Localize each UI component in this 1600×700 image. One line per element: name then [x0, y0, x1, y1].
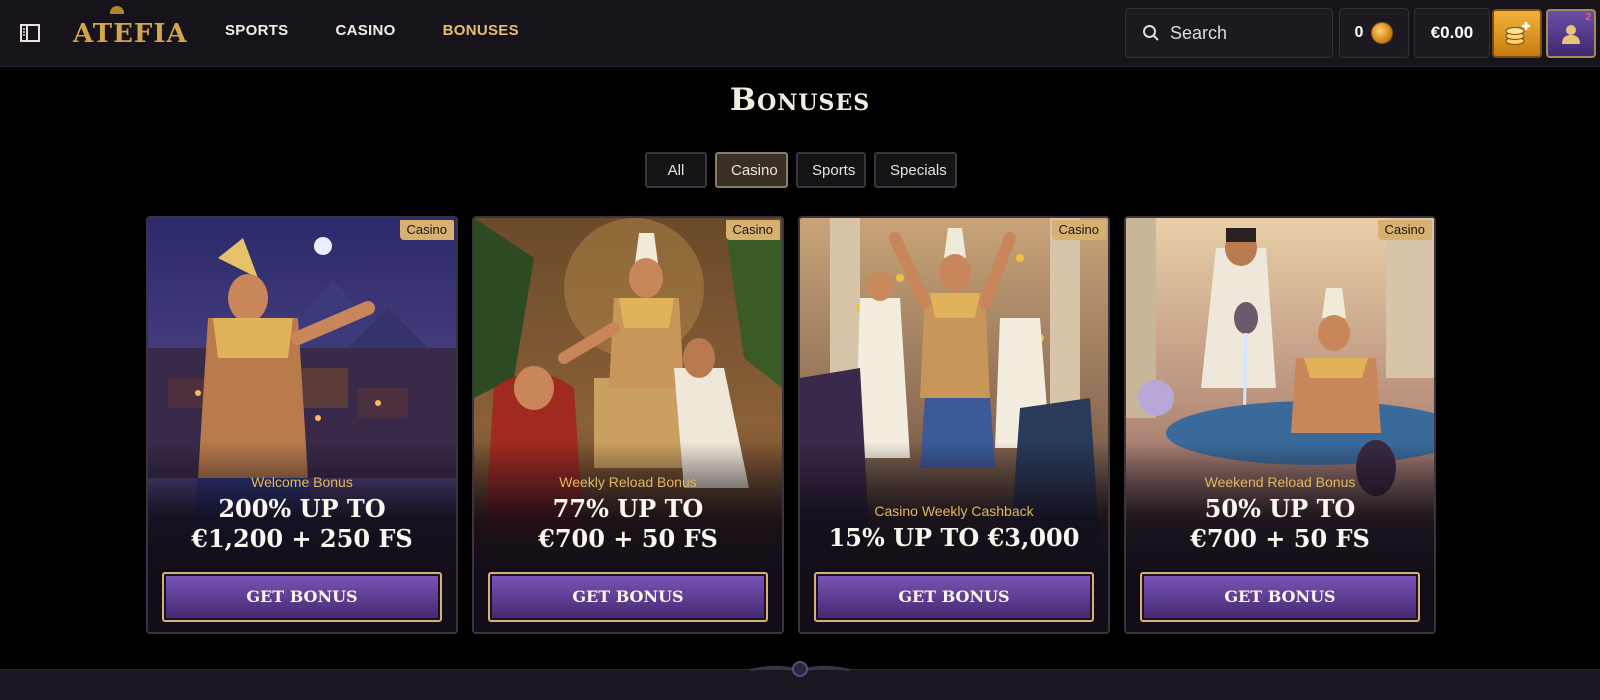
profile-button[interactable]: 2: [1546, 9, 1596, 58]
bonus-headline-line1: 77% UP TO: [552, 494, 704, 523]
deposit-button[interactable]: [1492, 9, 1542, 58]
bonus-subtitle: Weekly Reload Bonus: [559, 474, 697, 490]
bonus-card-cashback: Casino Casino Weekly Cashback 15% UP TO …: [798, 216, 1110, 634]
tab-specials[interactable]: Specials: [874, 152, 957, 188]
main-nav: SPORTS CASINO BONUSES: [225, 22, 566, 39]
category-tag: Casino: [1377, 220, 1432, 240]
page-title: Bonuses: [729, 82, 871, 118]
logo-crest-icon: [110, 6, 124, 14]
search-input[interactable]: Search: [1125, 8, 1333, 58]
search-icon: [1143, 25, 1159, 41]
brand-logo[interactable]: ATEFIA: [73, 6, 188, 54]
tab-all[interactable]: All: [645, 152, 707, 188]
bonus-subtitle: Casino Weekly Cashback: [874, 503, 1034, 519]
nav-sports[interactable]: SPORTS: [225, 22, 288, 39]
bonus-headline-line1: 200% UP TO: [218, 494, 386, 523]
bonus-subtitle: Weekend Reload Bonus: [1204, 474, 1356, 490]
sidebar-toggle-icon[interactable]: [19, 22, 41, 44]
tab-sports[interactable]: Sports: [796, 152, 866, 188]
balance-display[interactable]: €0.00: [1414, 8, 1490, 58]
category-tag: Casino: [1051, 220, 1106, 240]
bonus-subtitle: Welcome Bonus: [251, 474, 353, 490]
bonus-headline-line2: €700 + 50 FS: [538, 524, 718, 553]
bonus-card-weekend-reload: Casino Weekend Reload Bonus 50% UP TO €7…: [1124, 216, 1436, 634]
user-icon: [1562, 24, 1580, 44]
coins-count: 0: [1354, 24, 1364, 41]
balance-amount: €0.00: [1430, 23, 1474, 42]
get-bonus-button[interactable]: GET BONUS: [488, 572, 768, 622]
get-bonus-button[interactable]: GET BONUS: [1140, 572, 1420, 622]
bonus-card-weekly-reload: Casino Weekly Reload Bonus 77% UP TO €70…: [472, 216, 784, 634]
bonus-headline-line1: 15% UP TO €3,000: [828, 523, 1080, 552]
get-bonus-button[interactable]: GET BONUS: [814, 572, 1094, 622]
nav-bonuses[interactable]: BONUSES: [443, 22, 519, 39]
coin-stack-plus-icon: [1505, 21, 1530, 45]
bonus-card-welcome: Casino Welcome Bonus 200% UP TO €1,200 +…: [146, 216, 458, 634]
bonus-filter-tabs: All Casino Sports Specials: [645, 152, 957, 188]
coin-icon: [1371, 22, 1394, 44]
nav-casino[interactable]: CASINO: [335, 22, 395, 39]
coins-button[interactable]: 0: [1339, 8, 1409, 58]
search-placeholder: Search: [1170, 22, 1228, 43]
bonus-headline-line2: €1,200 + 250 FS: [191, 524, 413, 553]
category-tag: Casino: [725, 220, 780, 240]
bonus-headline-line1: 50% UP TO: [1204, 494, 1356, 523]
notification-count-badge: 2: [1585, 12, 1591, 23]
bonus-headline-line2: €700 + 50 FS: [1190, 524, 1370, 553]
brand-logo-text: ATEFIA: [73, 19, 188, 49]
top-header: ATEFIA SPORTS CASINO BONUSES Search 0 €0…: [0, 0, 1600, 67]
category-tag: Casino: [399, 220, 454, 240]
tab-casino[interactable]: Casino: [715, 152, 788, 188]
winged-sun-ornament-icon: [750, 661, 850, 677]
get-bonus-button[interactable]: GET BONUS: [162, 572, 442, 622]
